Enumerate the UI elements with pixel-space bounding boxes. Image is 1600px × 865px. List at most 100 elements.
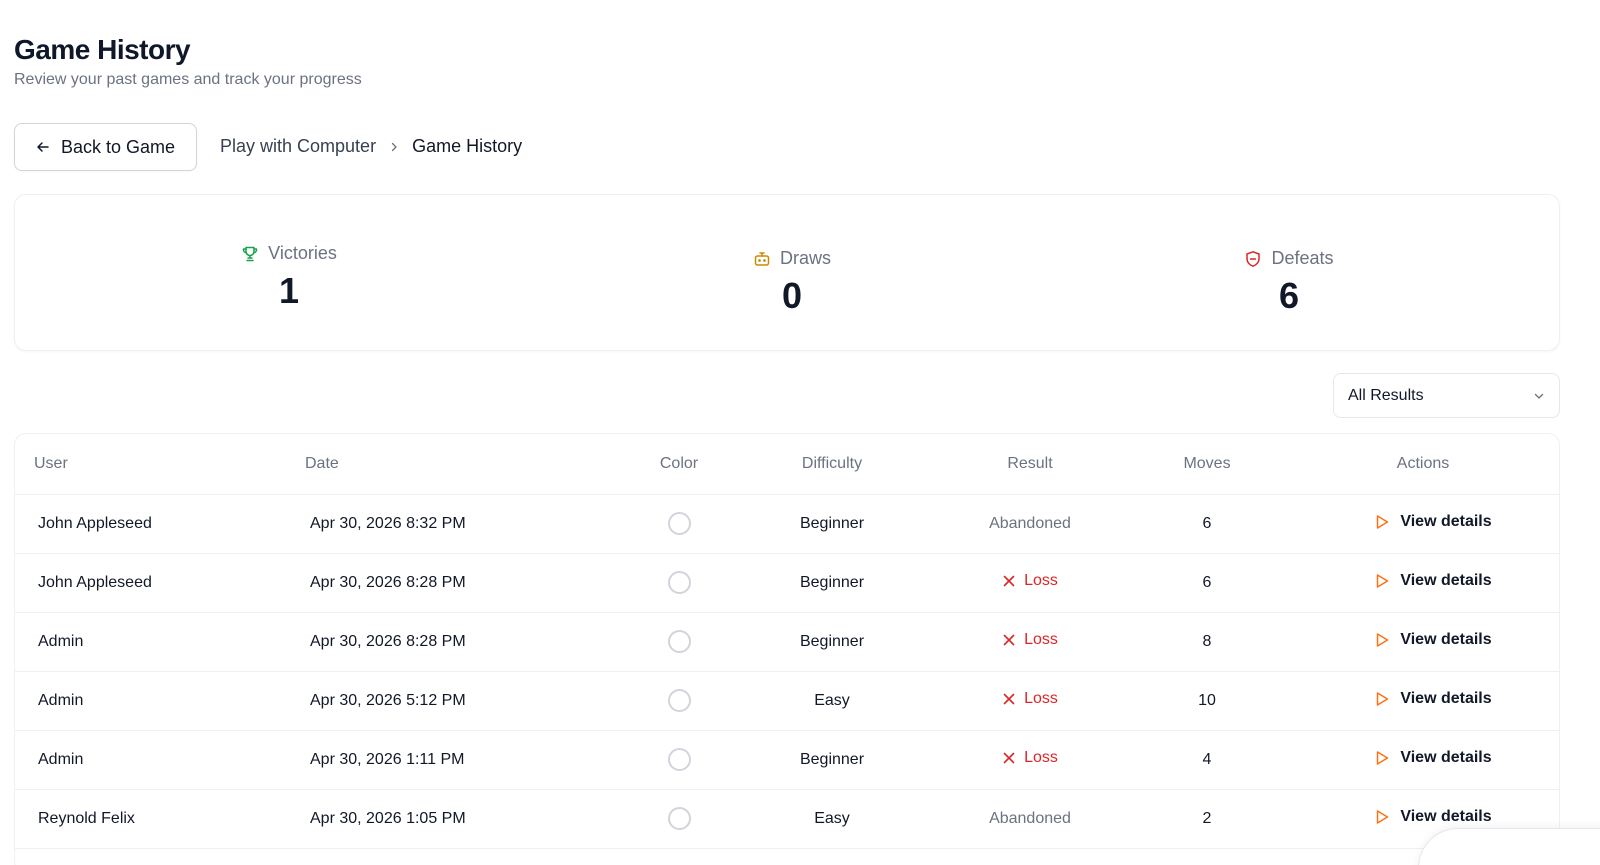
x-icon bbox=[1003, 752, 1015, 764]
chevron-down-icon bbox=[1534, 393, 1544, 399]
trophy-icon bbox=[242, 246, 258, 261]
table-row: Admin Apr 30, 2026 1:11 PM Beginner Loss… bbox=[15, 730, 1559, 790]
shield-icon bbox=[1246, 250, 1261, 267]
piece-color-indicator bbox=[667, 748, 691, 771]
piece-color-indicator bbox=[667, 512, 691, 535]
cell-date: Apr 30, 2026 8:28 PM bbox=[287, 612, 627, 672]
x-icon bbox=[1003, 634, 1015, 646]
x-icon bbox=[1003, 693, 1015, 705]
cell-difficulty: Beginner bbox=[731, 553, 933, 613]
x-icon bbox=[1003, 575, 1015, 587]
cell-result: Loss bbox=[933, 671, 1127, 731]
back-to-game-button[interactable]: Back to Game bbox=[14, 123, 197, 171]
stat-victories: Victories 1 bbox=[139, 243, 439, 312]
piece-color-indicator bbox=[667, 689, 691, 712]
column-header-date: Date bbox=[287, 434, 627, 495]
draws-value: 0 bbox=[781, 275, 803, 316]
page-subtitle: Review your past games and track your pr… bbox=[14, 71, 362, 88]
column-header-color: Color bbox=[627, 434, 731, 495]
cell-actions: View details bbox=[1287, 612, 1559, 672]
view-details-label: View details bbox=[1400, 689, 1492, 707]
defeats-label: Defeats bbox=[1271, 248, 1334, 268]
column-header-difficulty: Difficulty bbox=[731, 434, 933, 495]
cell-color bbox=[627, 494, 731, 554]
cell-color bbox=[627, 553, 731, 613]
breadcrumb-current: Game History bbox=[412, 136, 523, 156]
result-badge: Loss bbox=[1002, 690, 1058, 708]
arrow-left-icon bbox=[37, 142, 49, 152]
cell-color bbox=[627, 671, 731, 731]
cell-color bbox=[627, 612, 731, 672]
play-icon bbox=[1377, 573, 1389, 588]
cell-difficulty: Easy bbox=[731, 671, 933, 731]
cell-moves: 6 bbox=[1127, 553, 1287, 613]
back-button-label: Back to Game bbox=[61, 136, 176, 157]
result-label: Abandoned bbox=[989, 514, 1071, 532]
view-details-label: View details bbox=[1400, 630, 1492, 648]
cell-color bbox=[627, 730, 731, 790]
cell-result: Abandoned bbox=[933, 789, 1127, 849]
cell-difficulty: Beginner bbox=[731, 730, 933, 790]
play-icon bbox=[1377, 632, 1389, 647]
page-title: Game History bbox=[14, 34, 191, 65]
filter-selected-value: All Results bbox=[1348, 386, 1424, 404]
breadcrumb-play-with-computer[interactable]: Play with Computer bbox=[220, 136, 376, 157]
view-details-button[interactable]: View details bbox=[1374, 512, 1492, 531]
cell-actions: View details bbox=[1287, 671, 1559, 731]
result-label: Loss bbox=[1024, 690, 1058, 707]
cell-date: Apr 30, 2026 8:32 PM bbox=[287, 494, 627, 554]
column-header-actions: Actions bbox=[1287, 434, 1559, 495]
cell-moves: 6 bbox=[1127, 494, 1287, 554]
table-header-row: User Date Color Difficulty Result Moves … bbox=[15, 434, 1559, 495]
cell-date: Apr 30, 2026 8:28 PM bbox=[287, 553, 627, 613]
piece-color-indicator bbox=[667, 807, 691, 830]
column-header-moves: Moves bbox=[1127, 434, 1287, 495]
cell-user: Reynold Felix bbox=[15, 789, 287, 849]
view-details-button[interactable]: View details bbox=[1374, 808, 1492, 826]
cell-moves: 2 bbox=[1127, 789, 1287, 849]
cell-difficulty: Beginner bbox=[731, 612, 933, 672]
piece-color-indicator bbox=[667, 571, 691, 594]
result-badge: Loss bbox=[1002, 572, 1058, 590]
floating-corner-widget[interactable] bbox=[1418, 828, 1600, 865]
view-details-button[interactable]: View details bbox=[1374, 630, 1492, 649]
cell-user: Admin bbox=[15, 730, 287, 790]
victories-value: 1 bbox=[278, 270, 300, 311]
view-details-label: View details bbox=[1400, 571, 1492, 589]
view-details-button[interactable]: View details bbox=[1374, 748, 1492, 767]
chevron-right-icon bbox=[388, 141, 400, 153]
robot-icon bbox=[754, 251, 770, 266]
play-icon bbox=[1377, 750, 1389, 765]
table-row: John Appleseed Apr 30, 2026 8:32 PM Begi… bbox=[15, 494, 1559, 554]
cell-actions: View details bbox=[1287, 553, 1559, 613]
cell-date: Apr 30, 2026 5:12 PM bbox=[287, 671, 627, 731]
cell-actions: View details bbox=[1287, 730, 1559, 790]
result-badge: Loss bbox=[1002, 749, 1058, 767]
view-details-button[interactable]: View details bbox=[1374, 689, 1492, 708]
game-history-table: User Date Color Difficulty Result Moves … bbox=[14, 433, 1560, 865]
cell-user: John Appleseed bbox=[15, 494, 287, 554]
cell-moves: 8 bbox=[1127, 612, 1287, 672]
column-header-result: Result bbox=[933, 434, 1127, 495]
view-details-label: View details bbox=[1400, 748, 1492, 766]
victories-label: Victories bbox=[268, 243, 337, 263]
table-row: Admin Apr 30, 2026 5:12 PM Easy Loss 10 … bbox=[15, 671, 1559, 731]
result-badge: Loss bbox=[1002, 631, 1058, 649]
result-filter-select[interactable]: All Results bbox=[1333, 373, 1560, 418]
play-icon bbox=[1377, 514, 1389, 529]
cell-result: Loss bbox=[933, 730, 1127, 790]
cell-moves: 4 bbox=[1127, 730, 1287, 790]
defeats-value: 6 bbox=[1278, 275, 1300, 316]
cell-color bbox=[627, 789, 731, 849]
view-details-button[interactable]: View details bbox=[1374, 571, 1492, 590]
cell-difficulty: Beginner bbox=[731, 494, 933, 554]
breadcrumb: Play with Computer Game History bbox=[220, 136, 522, 157]
result-label: Loss bbox=[1024, 631, 1058, 648]
result-label: Abandoned bbox=[989, 809, 1071, 827]
cell-difficulty: Easy bbox=[731, 789, 933, 849]
play-icon bbox=[1377, 691, 1389, 706]
stat-defeats: Defeats 6 bbox=[1139, 248, 1439, 317]
result-label: Loss bbox=[1024, 572, 1058, 589]
view-details-label: View details bbox=[1400, 512, 1492, 530]
stats-card: Victories 1 Draws 0 Defeats 6 bbox=[14, 194, 1560, 351]
